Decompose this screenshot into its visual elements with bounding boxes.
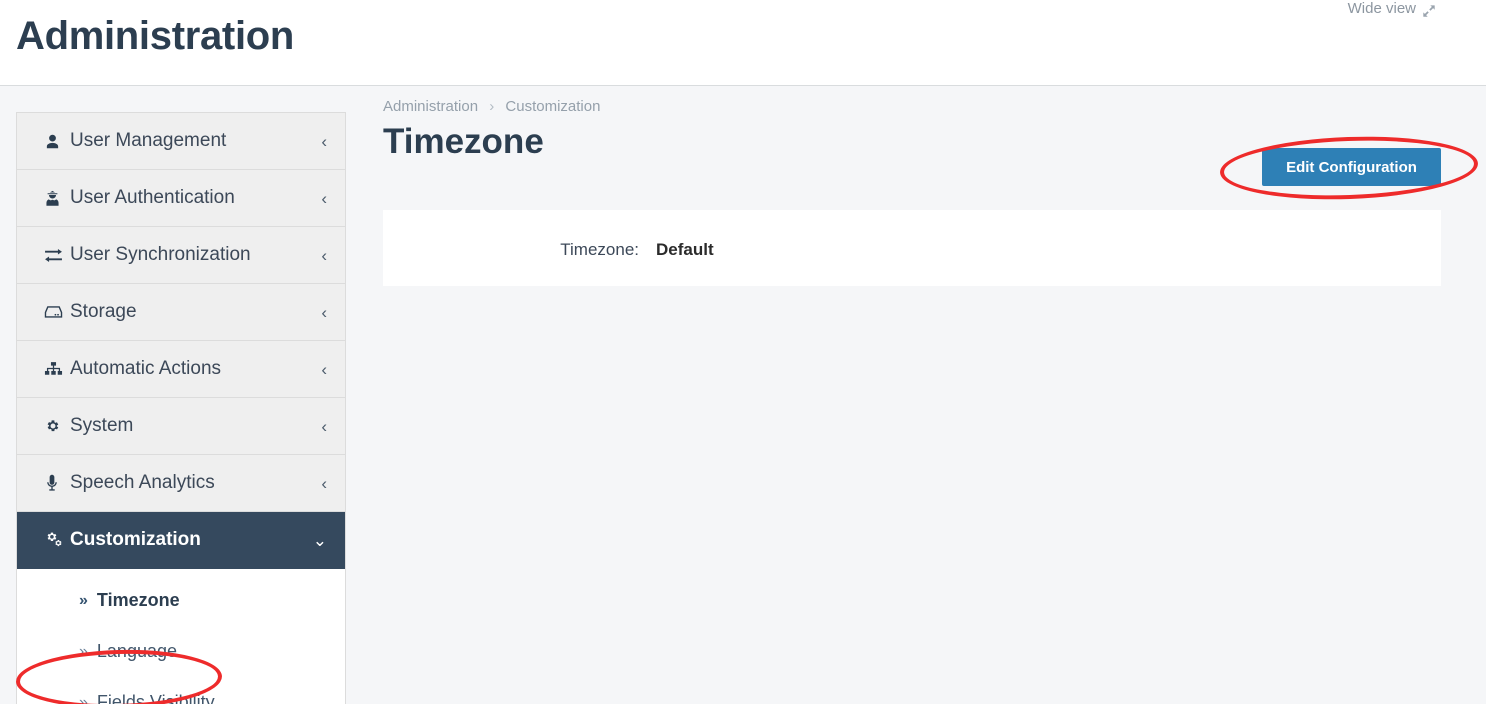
expand-diagonal-icon <box>1422 4 1436 18</box>
chevron-left-icon: ‹ <box>321 245 327 265</box>
sidebar-subitem-label: Fields Visibility <box>96 692 215 704</box>
breadcrumb-customization[interactable]: Customization <box>505 98 600 115</box>
double-chevron-icon: » <box>79 591 88 609</box>
timezone-value: Default <box>656 240 714 259</box>
app-header: Administration Wide view <box>0 0 1486 86</box>
sidebar-item-label: Storage <box>70 301 137 322</box>
wide-view-toggle[interactable]: Wide view <box>1348 0 1436 17</box>
chevron-left-icon: ‹ <box>321 302 327 322</box>
sitemap-icon <box>44 361 70 378</box>
sidebar-item-label: Customization <box>70 529 201 550</box>
chevron-down-icon: ⌄ <box>312 530 327 550</box>
main-content: Administration › Customization Timezone … <box>383 86 1486 704</box>
sidebar-item-automatic-actions[interactable]: Automatic Actions ‹ <box>17 341 345 398</box>
sidebar-item-user-authentication[interactable]: User Authentication ‹ <box>17 170 345 227</box>
customization-submenu: » Timezone » Language » Fields Visibilit… <box>17 569 345 704</box>
exchange-icon <box>44 247 70 264</box>
breadcrumb-administration[interactable]: Administration <box>383 98 478 115</box>
sidebar-item-system[interactable]: System ‹ <box>17 398 345 455</box>
gears-icon <box>44 531 70 549</box>
user-icon <box>44 133 70 150</box>
sidebar-item-label: Speech Analytics <box>70 472 215 493</box>
sidebar-item-label: User Management <box>70 130 227 151</box>
chevron-left-icon: ‹ <box>321 131 327 151</box>
sidebar-subitem-label: Timezone <box>96 590 180 610</box>
breadcrumb: Administration › Customization <box>383 98 600 115</box>
sidebar-item-user-synchronization[interactable]: User Synchronization ‹ <box>17 227 345 284</box>
sidebar-subitem-timezone[interactable]: » Timezone <box>17 575 345 626</box>
double-chevron-icon: » <box>79 642 88 660</box>
sidebar-subitem-language[interactable]: » Language <box>17 626 345 677</box>
double-chevron-icon: » <box>79 693 88 704</box>
sidebar-subitem-label: Language <box>96 641 177 661</box>
sidebar-item-user-management[interactable]: User Management ‹ <box>17 113 345 170</box>
chevron-left-icon: ‹ <box>321 188 327 208</box>
sidebar-item-speech-analytics[interactable]: Speech Analytics ‹ <box>17 455 345 512</box>
timezone-panel: Timezone: Default <box>383 210 1441 286</box>
user-secret-icon <box>44 190 70 207</box>
breadcrumb-separator-icon: › <box>489 98 495 115</box>
sidebar-item-customization[interactable]: Customization ⌄ <box>17 512 345 569</box>
gear-icon <box>44 417 70 435</box>
microphone-icon <box>44 474 70 492</box>
sidebar-subitem-fields-visibility[interactable]: » Fields Visibility <box>17 677 345 704</box>
page-title: Administration <box>16 14 295 58</box>
wide-view-label: Wide view <box>1347 0 1416 17</box>
sidebar-item-label: System <box>70 415 134 436</box>
sidebar-item-storage[interactable]: Storage ‹ <box>17 284 345 341</box>
timezone-label: Timezone: <box>560 240 639 259</box>
chevron-left-icon: ‹ <box>321 359 327 379</box>
edit-configuration-button[interactable]: Edit Configuration <box>1262 148 1441 186</box>
chevron-left-icon: ‹ <box>321 416 327 436</box>
app-body: User Management ‹ User Authentication ‹ … <box>0 86 1486 704</box>
sidebar-item-label: User Synchronization <box>70 244 251 265</box>
timezone-row: Timezone: Default <box>383 240 714 260</box>
admin-sidebar: User Management ‹ User Authentication ‹ … <box>16 112 346 704</box>
hdd-icon <box>44 304 70 320</box>
sidebar-item-label: User Authentication <box>70 187 235 208</box>
sidebar-item-label: Automatic Actions <box>70 358 222 379</box>
chevron-left-icon: ‹ <box>321 473 327 493</box>
section-title: Timezone <box>383 122 544 161</box>
